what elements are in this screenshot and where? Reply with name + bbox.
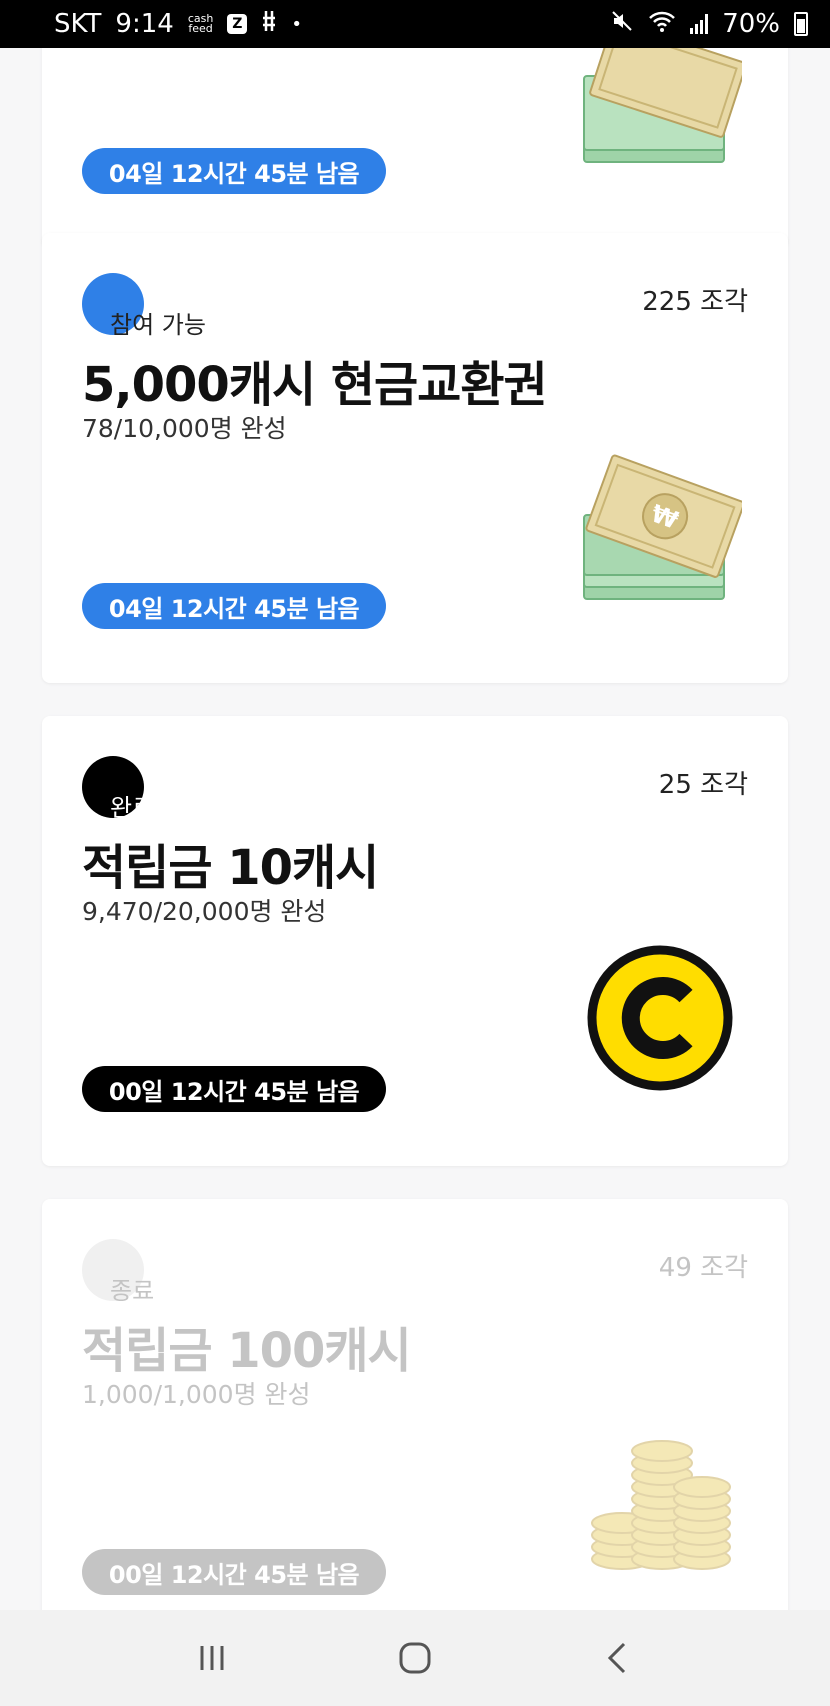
status-label: 종료 — [110, 1277, 155, 1305]
home-icon — [399, 1642, 431, 1674]
mute-icon — [610, 9, 634, 40]
signal-icon — [690, 14, 709, 34]
cash-bills-icon: ₩ — [562, 453, 745, 613]
event-card[interactable]: 완료 25 조각 적립금 10캐시 9,470/20,000명 완성 00일 1… — [42, 716, 788, 1166]
hashtag-notification-icon — [261, 9, 277, 40]
event-list[interactable]: 04일 12시간 45분 남음 참여 가능 225 조각 5,000캐시 현금교… — [0, 48, 830, 1610]
cash-bills-icon — [562, 48, 747, 178]
pieces-count: 25 조각 — [658, 770, 748, 800]
cashfeed-notification-icon: cash feed — [187, 12, 214, 35]
event-card[interactable]: 종료 49 조각 적립금 100캐시 1,000/1,000명 완성 00일 1… — [42, 1199, 788, 1610]
event-title: 5,000캐시 현금교환권 — [82, 357, 548, 413]
system-navigation-bar — [0, 1610, 830, 1706]
status-label: 참여 가능 — [110, 311, 206, 339]
battery-percent: 70% — [722, 9, 780, 39]
carrier-label: SKT — [54, 9, 102, 39]
event-title: 적립금 100캐시 — [82, 1323, 412, 1379]
progress-text: 9,470/20,000명 완성 — [82, 897, 327, 926]
notification-dot: • — [291, 13, 302, 35]
event-card[interactable]: 04일 12시간 45분 남음 — [42, 48, 788, 248]
status-bar: SKT 9:14 cash feed Z • 70% — [0, 0, 830, 48]
status-label: 완료 — [110, 794, 155, 822]
countdown-badge: 00일 12시간 45분 남음 — [82, 1066, 386, 1112]
back-icon — [608, 1642, 626, 1674]
countdown-badge: 04일 12시간 45분 남음 — [82, 148, 386, 194]
home-button[interactable] — [375, 1628, 455, 1688]
z-notification-icon: Z — [227, 14, 248, 34]
countdown-badge: 00일 12시간 45분 남음 — [82, 1549, 386, 1595]
clock: 9:14 — [115, 9, 174, 39]
progress-text: 78/10,000명 완성 — [82, 414, 287, 443]
pieces-count: 49 조각 — [658, 1253, 748, 1283]
countdown-badge: 04일 12시간 45분 남음 — [82, 583, 386, 629]
event-card[interactable]: 참여 가능 225 조각 5,000캐시 현금교환권 78/10,000명 완성… — [42, 233, 788, 683]
cash-coin-icon — [562, 936, 742, 1096]
recent-apps-button[interactable] — [172, 1628, 252, 1688]
wifi-icon — [648, 9, 676, 40]
recent-apps-icon — [200, 1646, 224, 1670]
back-button[interactable] — [578, 1628, 658, 1688]
event-title: 적립금 10캐시 — [82, 840, 379, 896]
battery-icon — [794, 12, 808, 36]
pieces-count: 225 조각 — [642, 287, 748, 317]
progress-text: 1,000/1,000명 완성 — [82, 1380, 311, 1409]
coin-stack-icon — [562, 1419, 742, 1579]
